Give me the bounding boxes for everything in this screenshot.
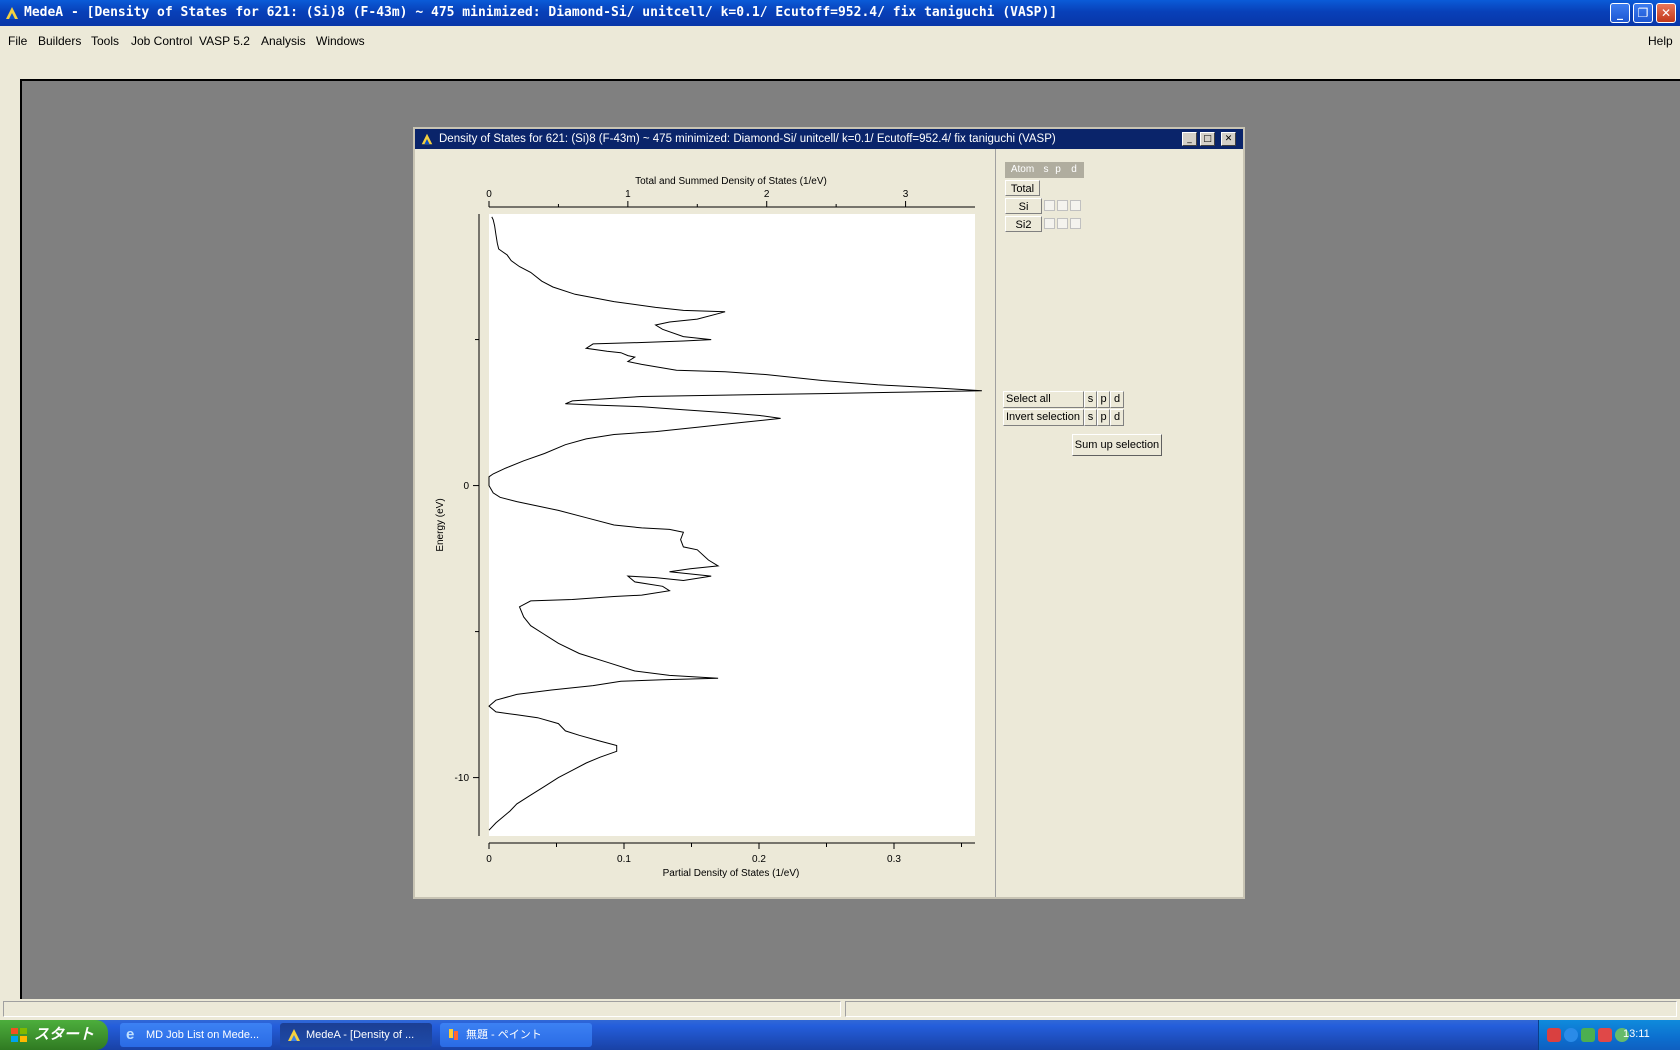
dos-chart: Total and Summed Density of States (1/eV… — [435, 176, 982, 879]
menu-tools[interactable]: Tools — [91, 34, 119, 48]
taskbar: スタート e MD Job List on Mede... MedeA - [D… — [0, 1020, 1680, 1050]
bottom-tick-label: 0.2 — [752, 854, 766, 865]
task-paint-button[interactable]: 無題 - ペイント — [440, 1023, 592, 1047]
dos-window-title: Density of States for 621: (Si)8 (F-43m)… — [439, 133, 1056, 145]
status-field — [3, 1001, 841, 1017]
bottom-tick-label: 0.3 — [887, 854, 901, 865]
start-button[interactable]: スタート — [0, 1020, 108, 1050]
close-button[interactable]: ✕ — [1656, 3, 1676, 23]
bottom-tick-label: 0 — [486, 854, 492, 865]
menu-analysis[interactable]: Analysis — [261, 34, 306, 48]
antivirus-tray-icon[interactable] — [1547, 1028, 1561, 1042]
child-minimize-button[interactable]: _ — [1182, 132, 1197, 146]
task-label: MedeA - [Density of ... — [306, 1029, 415, 1041]
si2-p-checkbox[interactable] — [1057, 218, 1068, 229]
menu-help[interactable]: Help — [1648, 34, 1673, 48]
plot-area — [489, 214, 975, 836]
invert-s-button[interactable]: s — [1084, 409, 1097, 426]
menu-bar: File Builders Tools Job Control VASP 5.2… — [0, 30, 1680, 52]
menu-builders[interactable]: Builders — [38, 34, 81, 48]
dos-window-title-bar[interactable]: Density of States for 621: (Si)8 (F-43m)… — [415, 129, 1243, 149]
restore-button[interactable]: ❐ — [1633, 3, 1653, 23]
header-atom: Atom — [1005, 162, 1040, 178]
update-tray-icon[interactable] — [1564, 1028, 1578, 1042]
row-si-button[interactable]: Si — [1005, 198, 1042, 214]
task-medea-button[interactable]: MedeA - [Density of ... — [280, 1023, 432, 1047]
row-total-button[interactable]: Total — [1005, 180, 1040, 196]
sum-up-selection-button[interactable]: Sum up selection — [1072, 434, 1162, 456]
invert-selection-button[interactable]: Invert selection — [1003, 409, 1084, 426]
task-label: 無題 - ペイント — [466, 1029, 542, 1041]
si-d-checkbox[interactable] — [1070, 200, 1081, 211]
dos-window: Density of States for 621: (Si)8 (F-43m)… — [413, 127, 1245, 899]
task-label: MD Job List on Mede... — [146, 1029, 260, 1041]
top-tick-label: 0 — [486, 189, 492, 200]
app-title-bar: MedeA - [Density of States for 621: (Si)… — [0, 0, 1680, 26]
medea-logo-icon — [421, 133, 433, 145]
top-tick-label: 1 — [625, 189, 631, 200]
network-tray-icon[interactable] — [1598, 1028, 1612, 1042]
menu-vasp[interactable]: VASP 5.2 — [199, 34, 250, 48]
app-tray-icon[interactable] — [1581, 1028, 1595, 1042]
y-tick-label: 0 — [463, 481, 469, 492]
menu-file[interactable]: File — [8, 34, 27, 48]
header-d: d — [1064, 162, 1084, 178]
medea-logo-icon — [288, 1029, 300, 1041]
task-ie-button[interactable]: e MD Job List on Mede... — [120, 1023, 272, 1047]
status-field — [845, 1001, 1677, 1017]
clock: 13:11 — [1623, 1028, 1650, 1040]
internet-explorer-icon: e — [126, 1026, 135, 1043]
select-all-d-button[interactable]: d — [1110, 391, 1124, 408]
invert-d-button[interactable]: d — [1110, 409, 1124, 426]
menu-job-control[interactable]: Job Control — [131, 34, 192, 48]
row-si2-button[interactable]: Si2 — [1005, 216, 1042, 232]
paint-icon — [449, 1029, 458, 1040]
window-title: MedeA - [Density of States for 621: (Si)… — [24, 5, 1058, 20]
child-close-button[interactable]: ✕ — [1221, 132, 1236, 146]
y-axis-label: Energy (eV) — [435, 498, 446, 551]
minimize-button[interactable]: _ — [1610, 3, 1630, 23]
medea-logo-icon — [6, 7, 18, 19]
header-p: p — [1052, 162, 1064, 178]
invert-p-button[interactable]: p — [1097, 409, 1110, 426]
select-all-button[interactable]: Select all — [1003, 391, 1084, 408]
si-p-checkbox[interactable] — [1057, 200, 1068, 211]
si-s-checkbox[interactable] — [1044, 200, 1055, 211]
x-axis-label: Partial Density of States (1/eV) — [663, 868, 800, 879]
child-maximize-button[interactable]: □ — [1200, 132, 1215, 146]
start-label: スタート — [34, 1026, 95, 1043]
top-tick-label: 2 — [764, 189, 770, 200]
system-tray — [1538, 1020, 1680, 1050]
top-tick-label: 3 — [903, 189, 909, 200]
si2-d-checkbox[interactable] — [1070, 218, 1081, 229]
si2-s-checkbox[interactable] — [1044, 218, 1055, 229]
header-s: s — [1040, 162, 1052, 178]
panel-divider[interactable] — [995, 149, 996, 897]
bottom-tick-label: 0.1 — [617, 854, 631, 865]
y-tick-label: -10 — [455, 773, 470, 784]
menu-windows[interactable]: Windows — [316, 34, 365, 48]
select-all-s-button[interactable]: s — [1084, 391, 1097, 408]
select-all-p-button[interactable]: p — [1097, 391, 1110, 408]
status-bar — [0, 1000, 1680, 1019]
chart-title: Total and Summed Density of States (1/eV… — [635, 176, 827, 187]
windows-logo-icon — [11, 1028, 27, 1042]
